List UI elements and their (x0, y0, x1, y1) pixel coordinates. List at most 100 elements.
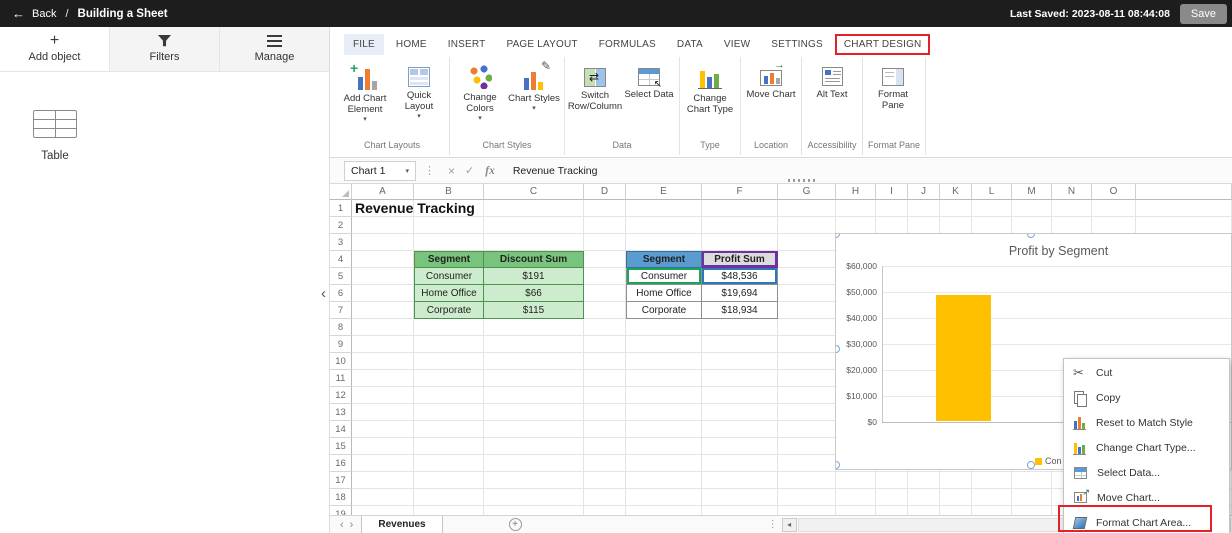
cell-A14[interactable] (352, 421, 414, 438)
tab-home[interactable]: HOME (387, 34, 436, 55)
cell-I2[interactable] (876, 217, 908, 234)
column-header-I[interactable]: I (876, 184, 908, 200)
sheet-tab-revenues[interactable]: Revenues (361, 516, 443, 533)
cell-B8[interactable] (414, 319, 484, 336)
cell-A12[interactable] (352, 387, 414, 404)
cell-C5[interactable]: $191 (484, 268, 584, 285)
cell-N1[interactable] (1052, 200, 1092, 217)
menu-item-move-chart[interactable]: Move Chart... (1064, 485, 1229, 510)
row-header-3[interactable]: 3 (330, 234, 352, 251)
row-header-9[interactable]: 9 (330, 336, 352, 353)
insert-function-icon[interactable]: fx (485, 165, 495, 177)
tab-page-layout[interactable]: PAGE LAYOUT (497, 34, 586, 55)
cell-D14[interactable] (584, 421, 626, 438)
cell-L18[interactable] (972, 489, 1012, 506)
quick-layout-button[interactable]: Quick Layout ▾ (392, 57, 446, 137)
cell-J19[interactable] (908, 506, 940, 515)
cell-E18[interactable] (626, 489, 702, 506)
cell-L17[interactable] (972, 472, 1012, 489)
cell-F1[interactable] (702, 200, 778, 217)
tab-chart-design[interactable]: CHART DESIGN (834, 34, 931, 55)
select-all-corner[interactable] (330, 184, 352, 200)
cell-H17[interactable] (836, 472, 876, 489)
sidebar-object-table[interactable]: Table (0, 110, 110, 162)
cell-D19[interactable] (584, 506, 626, 515)
cell-A18[interactable] (352, 489, 414, 506)
change-colors-button[interactable]: Change Colors ▾ (453, 57, 507, 137)
cell-F16[interactable] (702, 455, 778, 472)
tab-formulas[interactable]: FORMULAS (590, 34, 665, 55)
cell-A7[interactable] (352, 302, 414, 319)
cell-F4[interactable]: Profit Sum (702, 251, 778, 268)
cell-G11[interactable] (778, 370, 836, 387)
row-header-11[interactable]: 11 (330, 370, 352, 387)
chart-handle-bottom-left[interactable] (836, 461, 840, 469)
column-header-K[interactable]: K (940, 184, 972, 200)
sheet-nav-left-icon[interactable]: ‹ (340, 519, 344, 531)
cell-G19[interactable] (778, 506, 836, 515)
sidebar-action-manage[interactable]: Manage (220, 27, 329, 71)
cell-C7[interactable]: $115 (484, 302, 584, 319)
cell-E5[interactable]: Consumer (626, 268, 702, 285)
change-chart-type-button[interactable]: Change Chart Type (683, 57, 737, 137)
cell-D11[interactable] (584, 370, 626, 387)
column-header-M[interactable]: M (1012, 184, 1052, 200)
cell-E6[interactable]: Home Office (626, 285, 702, 302)
tab-file[interactable]: FILE (344, 34, 384, 55)
cell-B18[interactable] (414, 489, 484, 506)
column-header-F[interactable]: F (702, 184, 778, 200)
cell-J1[interactable] (908, 200, 940, 217)
cell-G15[interactable] (778, 438, 836, 455)
column-header-L[interactable]: L (972, 184, 1012, 200)
cell-C8[interactable] (484, 319, 584, 336)
cell-A15[interactable] (352, 438, 414, 455)
cell-E12[interactable] (626, 387, 702, 404)
cell-K17[interactable] (940, 472, 972, 489)
cell-A11[interactable] (352, 370, 414, 387)
column-header-H[interactable]: H (836, 184, 876, 200)
cell-H18[interactable] (836, 489, 876, 506)
cell-G7[interactable] (778, 302, 836, 319)
cell-F2[interactable] (702, 217, 778, 234)
hscroll-left-button[interactable]: ◂ (781, 517, 797, 532)
cell-G17[interactable] (778, 472, 836, 489)
cell-B12[interactable] (414, 387, 484, 404)
cell-F15[interactable] (702, 438, 778, 455)
cell-E8[interactable] (626, 319, 702, 336)
cell-E9[interactable] (626, 336, 702, 353)
cell-M2[interactable] (1012, 217, 1052, 234)
column-header-C[interactable]: C (484, 184, 584, 200)
cell-D2[interactable] (584, 217, 626, 234)
row-header-6[interactable]: 6 (330, 285, 352, 302)
save-button[interactable]: Save (1179, 3, 1227, 24)
sidebar-action-filters[interactable]: Filters (110, 27, 220, 71)
cell-G9[interactable] (778, 336, 836, 353)
cell-C16[interactable] (484, 455, 584, 472)
cell-D18[interactable] (584, 489, 626, 506)
cell-B19[interactable] (414, 506, 484, 515)
cell-A5[interactable] (352, 268, 414, 285)
add-sheet-button[interactable]: + (508, 518, 522, 531)
cell-M19[interactable] (1012, 506, 1052, 515)
cell-C19[interactable] (484, 506, 584, 515)
cell-B2[interactable] (414, 217, 484, 234)
cell-D8[interactable] (584, 319, 626, 336)
cell-O2[interactable] (1092, 217, 1136, 234)
cell-G6[interactable] (778, 285, 836, 302)
column-header-N[interactable]: N (1052, 184, 1092, 200)
cell-C13[interactable] (484, 404, 584, 421)
row-header-5[interactable]: 5 (330, 268, 352, 285)
accept-icon[interactable]: ✓ (465, 164, 474, 177)
cell-D15[interactable] (584, 438, 626, 455)
cell-F6[interactable]: $19,694 (702, 285, 778, 302)
cell-extra-2[interactable] (1136, 217, 1232, 234)
tab-view[interactable]: VIEW (715, 34, 759, 55)
cell-B6[interactable]: Home Office (414, 285, 484, 302)
cell-J17[interactable] (908, 472, 940, 489)
column-header-G[interactable]: G (778, 184, 836, 200)
sidebar-action-add-object[interactable]: + Add object (0, 27, 110, 71)
cell-B17[interactable] (414, 472, 484, 489)
cell-D10[interactable] (584, 353, 626, 370)
cell-A16[interactable] (352, 455, 414, 472)
row-header-16[interactable]: 16 (330, 455, 352, 472)
